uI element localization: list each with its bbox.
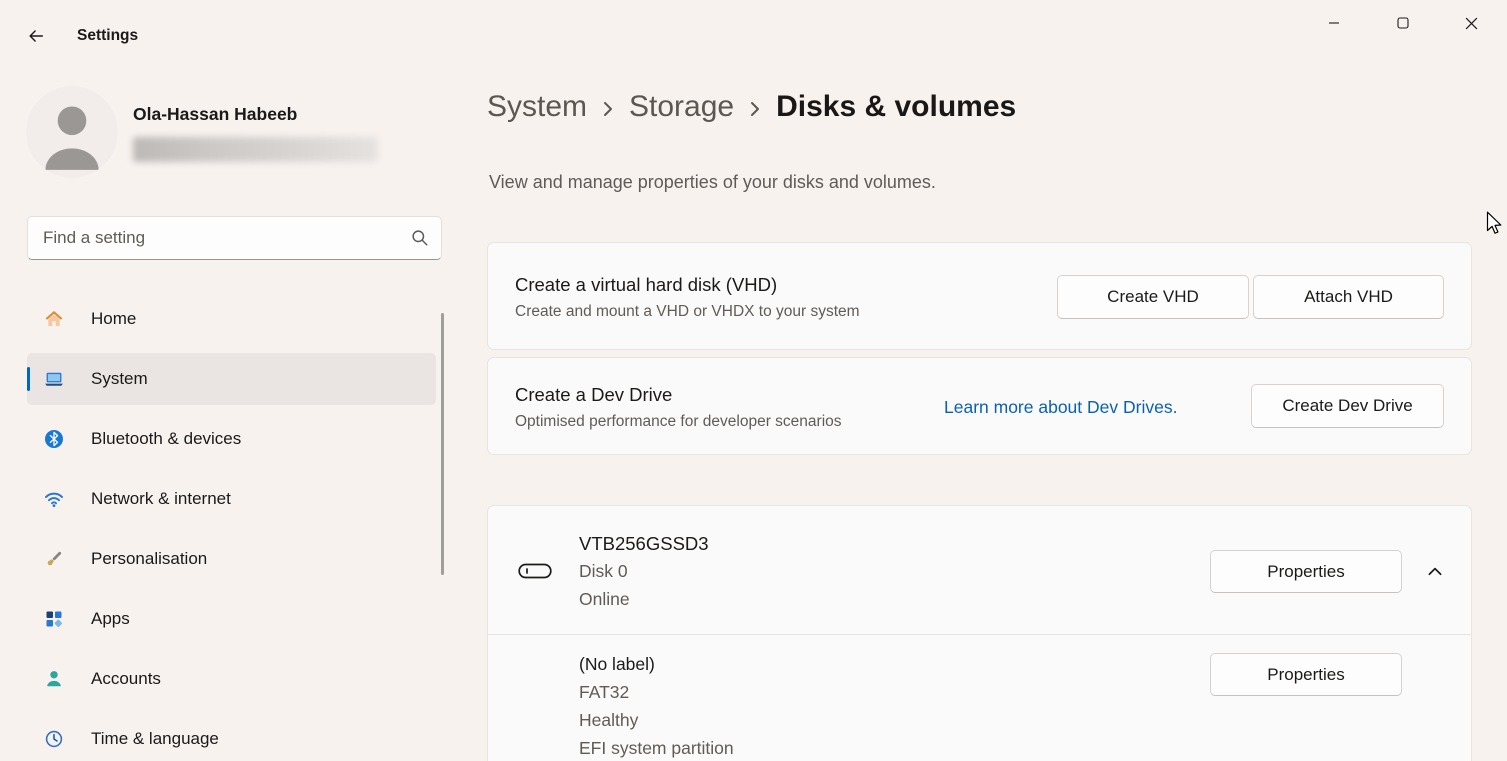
vhd-card-description: Create and mount a VHD or VHDX to your s… [515,303,860,321]
disk-number: Disk 0 [579,561,628,582]
disk-icon [518,560,552,582]
sidebar-nav: Home System Bluetooth & devices Network … [27,293,436,761]
create-dev-drive-button[interactable]: Create Dev Drive [1251,384,1444,428]
divider [488,634,1471,635]
sidebar-item-home[interactable]: Home [27,293,436,345]
vhd-card-title: Create a virtual hard disk (VHD) [515,274,777,296]
volume-label: (No label) [579,654,655,675]
sidebar-item-network-internet[interactable]: Network & internet [27,473,436,525]
close-button[interactable] [1448,6,1494,40]
sidebar-item-apps[interactable]: Apps [27,593,436,645]
dev-drives-learn-more-link[interactable]: Learn more about Dev Drives. [944,397,1177,418]
minimize-button[interactable] [1311,6,1357,40]
breadcrumb-system[interactable]: System [487,90,587,124]
vhd-card: Create a virtual hard disk (VHD) Create … [487,242,1472,350]
back-arrow-icon [27,27,45,45]
bluetooth-icon [44,429,64,449]
volume-properties-button[interactable]: Properties [1210,653,1402,696]
sidebar-item-time-language[interactable]: Time & language [27,713,436,761]
sidebar-item-label: Time & language [91,729,219,749]
sidebar-item-bluetooth-devices[interactable]: Bluetooth & devices [27,413,436,465]
personalisation-icon [44,549,64,569]
maximize-icon [1397,17,1409,29]
collapse-toggle[interactable] [1422,559,1448,585]
chevron-right-icon [748,97,762,121]
window-title: Settings [77,27,138,45]
back-button[interactable] [17,17,55,55]
minimize-icon [1328,17,1340,29]
dev-drive-card: Create a Dev Drive Optimised performance… [487,357,1472,455]
home-icon [44,309,64,329]
sidebar-item-personalisation[interactable]: Personalisation [27,533,436,585]
search-box [27,216,442,260]
sidebar-item-accounts[interactable]: Accounts [27,653,436,705]
create-vhd-button[interactable]: Create VHD [1057,275,1249,319]
settings-window: Settings Ola-Hassan Habeeb [0,0,1507,761]
sidebar-item-label: Accounts [91,669,161,689]
dev-drive-card-title: Create a Dev Drive [515,384,672,406]
disk-status: Online [579,589,630,610]
sidebar-item-label: Apps [91,609,130,629]
sidebar-item-label: Network & internet [91,489,231,509]
search-icon[interactable] [411,229,429,247]
maximize-button[interactable] [1380,6,1426,40]
sidebar-item-system[interactable]: System [27,353,436,405]
sidebar-scrollbar[interactable] [441,313,444,575]
attach-vhd-button[interactable]: Attach VHD [1253,275,1444,319]
volume-health: Healthy [579,710,638,731]
breadcrumb: System Storage Disks & volumes [487,90,1016,124]
sidebar-item-label: Bluetooth & devices [91,429,241,449]
sidebar-item-label: Personalisation [91,549,207,569]
search-input[interactable] [41,227,411,249]
close-icon [1465,17,1478,30]
sidebar-item-label: Home [91,309,136,329]
disk-properties-button[interactable]: Properties [1210,550,1402,593]
page-title: Disks & volumes [776,90,1016,124]
apps-icon [44,609,64,629]
system-icon [44,369,64,389]
accounts-icon [44,669,64,689]
user-name: Ola-Hassan Habeeb [133,104,297,125]
chevron-up-icon [1426,563,1444,581]
selected-indicator [27,367,30,391]
mouse-cursor [1482,210,1504,240]
avatar-icon [26,86,118,178]
network-icon [44,489,64,509]
disk-card: VTB256GSSD3 Disk 0 Online Properties (No… [487,505,1472,761]
volume-partition-type: EFI system partition [579,738,734,759]
dev-drive-card-description: Optimised performance for developer scen… [515,413,842,431]
user-email-redacted [133,137,378,162]
volume-filesystem: FAT32 [579,682,629,703]
time-language-icon [44,729,64,749]
breadcrumb-storage[interactable]: Storage [629,90,734,124]
sidebar-item-label: System [91,369,148,389]
disk-name: VTB256GSSD3 [579,533,709,555]
user-avatar[interactable] [26,86,118,178]
page-subtitle: View and manage properties of your disks… [489,172,936,193]
chevron-right-icon [601,97,615,121]
